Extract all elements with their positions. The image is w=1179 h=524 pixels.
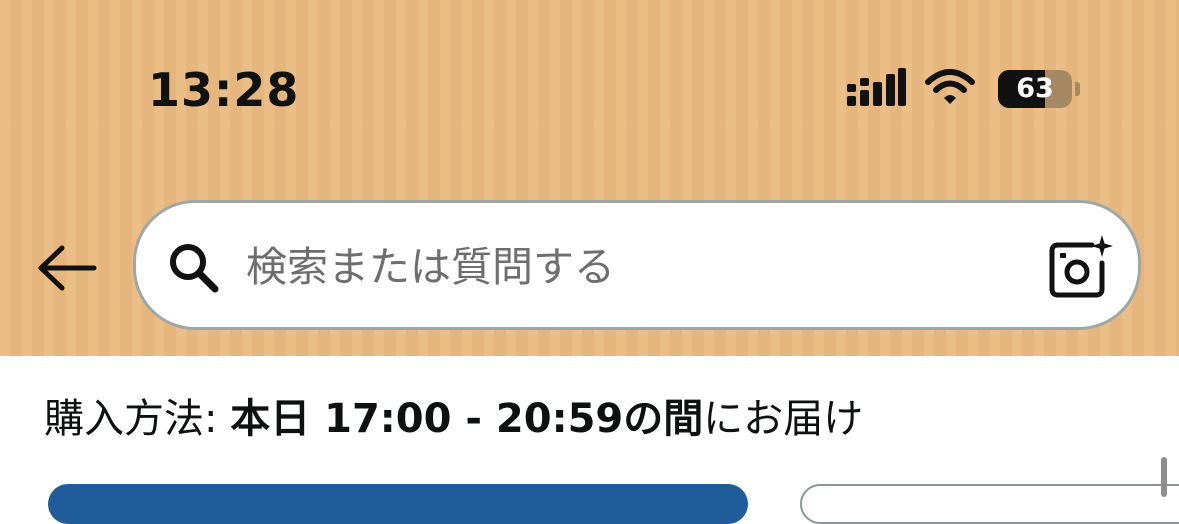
status-time: 13:28 xyxy=(148,63,300,117)
delivery-info: 購入方法: 本日 17:00 - 20:59の間にお届け xyxy=(44,392,863,446)
camera-sparkle-icon[interactable] xyxy=(1046,233,1116,303)
battery-level-text: 63 xyxy=(1016,73,1054,104)
search-input[interactable]: 検索または質問する xyxy=(133,200,1141,330)
scrollbar[interactable] xyxy=(1161,457,1167,497)
delivery-label: 購入方法: xyxy=(44,396,231,442)
delivery-between: の間 xyxy=(623,396,704,442)
wifi-icon xyxy=(925,69,975,104)
secondary-button[interactable] xyxy=(800,484,1179,524)
delivery-time-range: 17:00 - 20:59 xyxy=(324,396,624,442)
header-bar: 13:28 63 検索または質問する xyxy=(0,0,1179,356)
delivery-suffix: にお届け xyxy=(703,396,864,442)
search-icon[interactable] xyxy=(166,240,222,296)
battery-nub xyxy=(1075,82,1080,96)
primary-button[interactable] xyxy=(48,484,748,524)
delivery-day: 本日 xyxy=(230,396,311,442)
battery-icon: 63 xyxy=(998,70,1082,108)
cellular-signal-icon xyxy=(847,68,906,106)
back-arrow-icon[interactable] xyxy=(36,244,98,292)
search-placeholder: 検索または質問する xyxy=(246,243,615,291)
